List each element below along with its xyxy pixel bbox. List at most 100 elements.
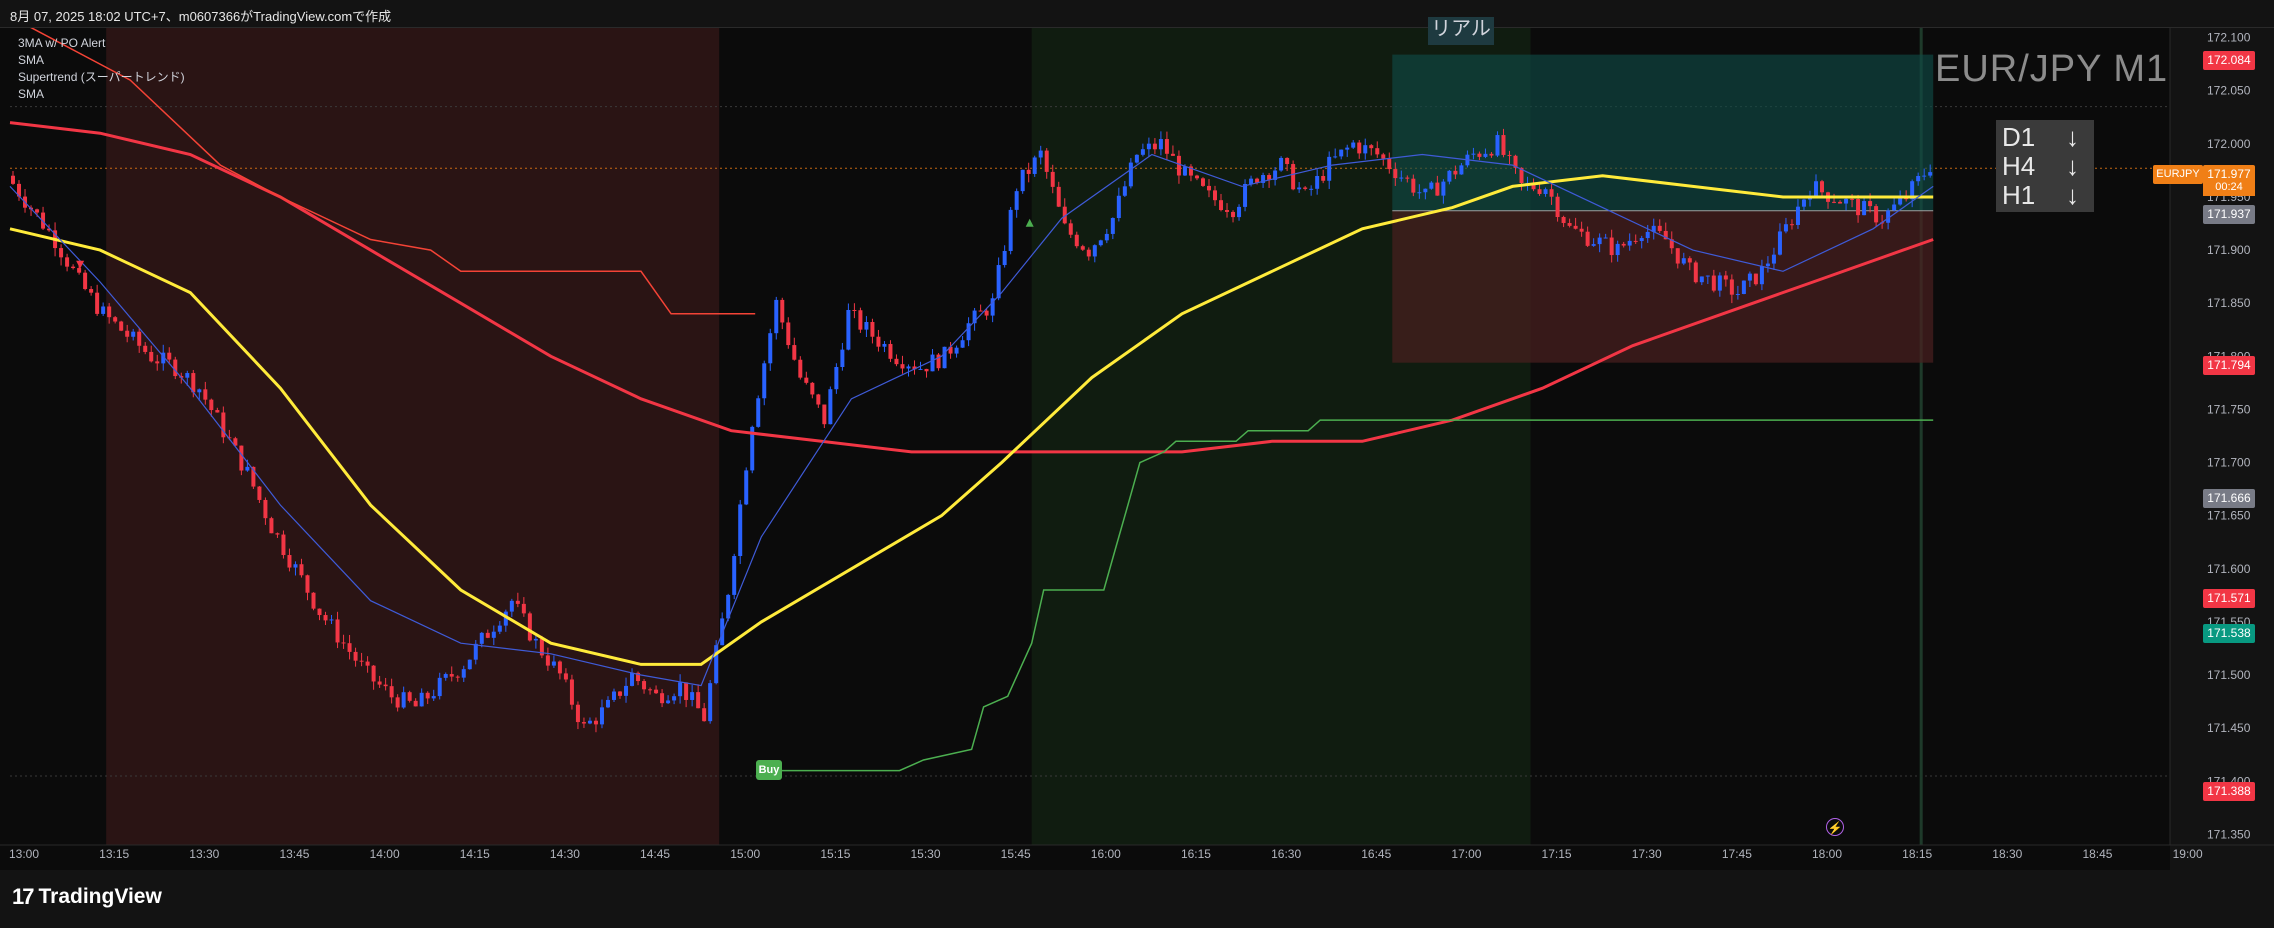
time-tick-label: 18:45 bbox=[2082, 847, 2112, 861]
candle-body bbox=[1110, 218, 1115, 234]
candle-body bbox=[720, 618, 725, 646]
time-tick-label: 14:30 bbox=[550, 847, 580, 861]
candle-body bbox=[1537, 189, 1542, 194]
price-tick-label: 171.750 bbox=[2207, 402, 2251, 416]
candle-body bbox=[1627, 240, 1632, 246]
candle-body bbox=[834, 367, 839, 390]
candle-body bbox=[329, 619, 334, 621]
candle-body bbox=[371, 665, 376, 682]
time-tick-label: 14:15 bbox=[460, 847, 490, 861]
candle-body bbox=[648, 689, 653, 691]
candle-body bbox=[533, 638, 538, 641]
candle-body bbox=[1585, 231, 1590, 246]
position-profit-zone bbox=[1392, 54, 1934, 211]
candle-body bbox=[1381, 154, 1386, 159]
candle-body bbox=[527, 613, 532, 641]
candle-body bbox=[840, 349, 845, 368]
candle-body bbox=[143, 345, 148, 352]
candle-body bbox=[1399, 177, 1404, 179]
candle-body bbox=[83, 272, 88, 290]
candle-body bbox=[413, 700, 418, 707]
candle-body bbox=[545, 655, 550, 666]
price-tag: 171.538 bbox=[2203, 624, 2255, 643]
candle-body bbox=[1447, 170, 1452, 182]
candle-body bbox=[900, 364, 905, 369]
candle-body bbox=[1561, 217, 1566, 224]
candle-body bbox=[605, 699, 610, 708]
candle-body bbox=[654, 689, 659, 694]
down-arrow-icon: ↓ bbox=[2066, 180, 2079, 210]
down-arrow-icon: ↓ bbox=[2066, 122, 2079, 152]
candle-body bbox=[1765, 263, 1770, 267]
candle-body bbox=[1417, 192, 1422, 194]
legend-item-supertrend[interactable]: Supertrend (スーパートレンド) bbox=[18, 69, 185, 86]
position-label[interactable]: リアル bbox=[1428, 17, 1494, 45]
candle-body bbox=[299, 564, 304, 576]
timeframe-trend-box: D1 ↓ H4 ↓ H1 ↓ bbox=[1996, 120, 2094, 212]
candle-body bbox=[822, 404, 827, 425]
price-tick-label: 171.500 bbox=[2207, 668, 2251, 682]
candle-body bbox=[1759, 266, 1764, 285]
price-chart[interactable]: 172.100172.050172.000171.950171.900171.8… bbox=[0, 0, 2274, 870]
candle-body bbox=[918, 368, 923, 370]
legend-item-sma-2[interactable]: SMA bbox=[18, 86, 185, 103]
candle-body bbox=[858, 310, 863, 330]
candle-body bbox=[1693, 262, 1698, 283]
candle-body bbox=[1225, 210, 1230, 212]
candle-body bbox=[551, 661, 556, 666]
time-tick-label: 17:15 bbox=[1542, 847, 1572, 861]
down-arrow-icon: ↓ bbox=[2066, 151, 2079, 181]
candle-body bbox=[810, 382, 815, 395]
candle-body bbox=[1928, 172, 1933, 176]
candle-body bbox=[1038, 150, 1043, 158]
candle-body bbox=[1567, 223, 1572, 226]
candle-body bbox=[1176, 155, 1181, 176]
price-tag: 172.084 bbox=[2203, 51, 2255, 70]
candle-body bbox=[1369, 145, 1374, 149]
candle-body bbox=[125, 330, 130, 337]
candle-body bbox=[1892, 204, 1897, 211]
tradingview-logo[interactable]: 17 TradingView bbox=[12, 884, 162, 910]
bolt-icon[interactable]: ⚡ bbox=[1826, 818, 1844, 836]
candle-body bbox=[1435, 182, 1440, 196]
candle-body bbox=[1820, 181, 1825, 193]
price-tag: 171.571 bbox=[2203, 589, 2255, 608]
candle-body bbox=[1285, 157, 1290, 165]
session-zone-sell bbox=[106, 27, 720, 845]
candle-body bbox=[425, 692, 430, 699]
candle-body bbox=[437, 677, 442, 697]
snapshot-header: 8月 07, 2025 18:02 UTC+7、m0607366がTrading… bbox=[0, 0, 2274, 28]
candle-body bbox=[1621, 243, 1626, 246]
price-tag: 171.388 bbox=[2203, 782, 2255, 801]
candle-body bbox=[870, 322, 875, 337]
candle-body bbox=[581, 722, 586, 724]
candle-body bbox=[317, 608, 322, 616]
candle-body bbox=[1339, 149, 1344, 157]
candle-body bbox=[672, 696, 677, 701]
candle-body bbox=[521, 603, 526, 614]
candle-body bbox=[1489, 153, 1494, 156]
legend-item-3ma[interactable]: 3MA w/ PO Alert bbox=[18, 35, 185, 52]
candle-body bbox=[1249, 178, 1254, 184]
tradingview-mark-icon: 17 bbox=[12, 884, 35, 909]
candle-body bbox=[1657, 225, 1662, 231]
candle-body bbox=[984, 310, 989, 316]
candle-body bbox=[155, 361, 160, 364]
candle-body bbox=[1122, 186, 1127, 196]
candle-body bbox=[864, 322, 869, 330]
candle-body bbox=[1405, 177, 1410, 179]
candle-body bbox=[383, 684, 388, 687]
candle-body bbox=[1231, 211, 1236, 218]
candle-body bbox=[1152, 143, 1157, 150]
candle-body bbox=[1351, 142, 1356, 148]
candle-body bbox=[1134, 154, 1139, 163]
candle-body bbox=[257, 486, 262, 500]
candle-body bbox=[888, 343, 893, 359]
time-tick-label: 15:45 bbox=[1001, 847, 1031, 861]
candle-body bbox=[377, 681, 382, 685]
candle-body bbox=[792, 345, 797, 360]
candle-body bbox=[1814, 181, 1818, 196]
candle-body bbox=[1459, 165, 1464, 175]
candle-body bbox=[1008, 209, 1013, 251]
legend-item-sma[interactable]: SMA bbox=[18, 52, 185, 69]
